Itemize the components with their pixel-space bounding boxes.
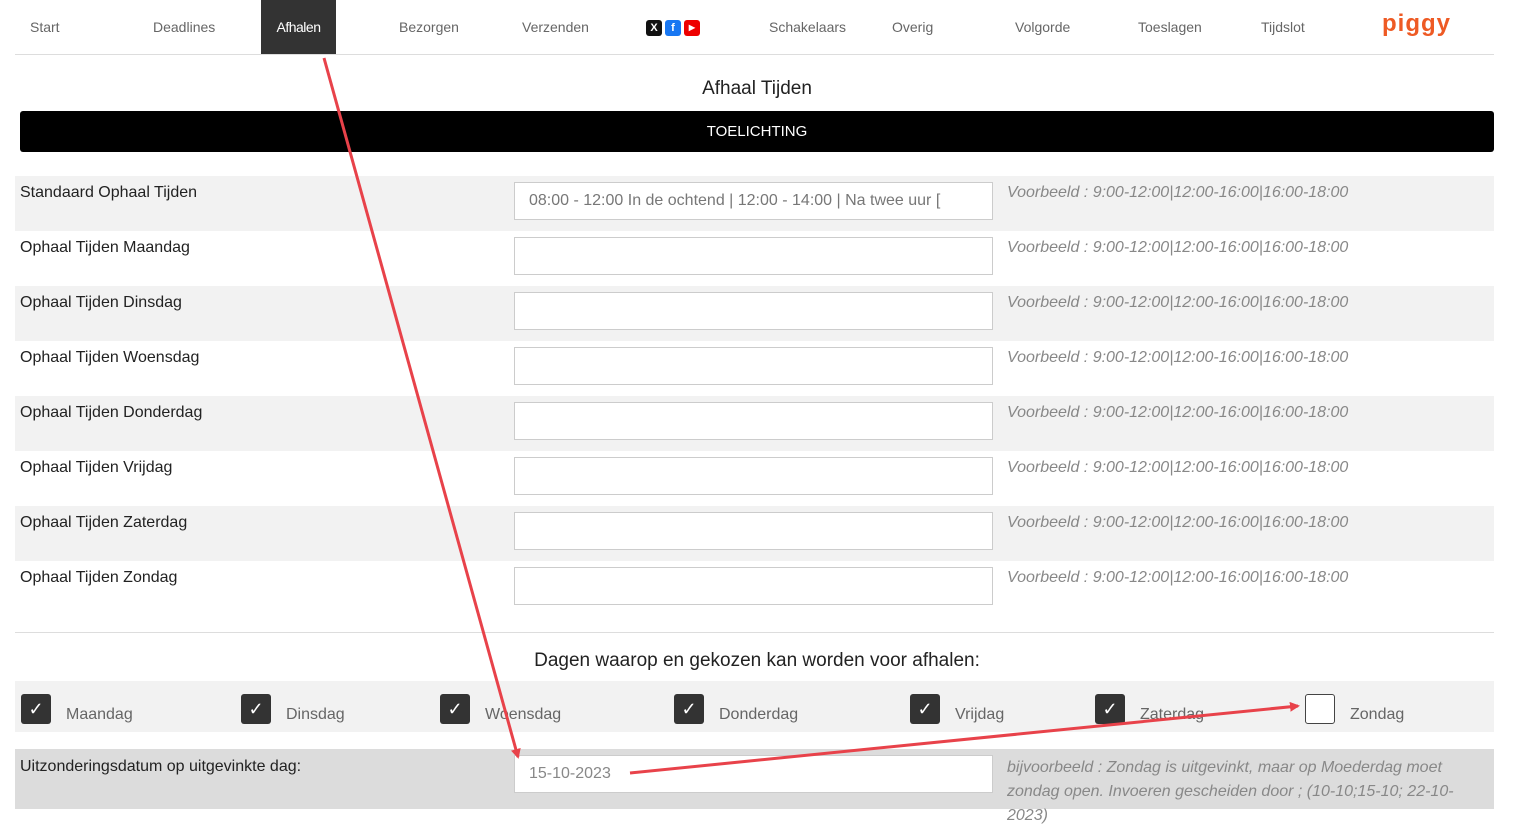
exception-label: Uitzonderingsdatum op uitgevinkte dag:	[20, 758, 302, 775]
nav-bezorgen[interactable]: Bezorgen	[399, 0, 459, 54]
nav-tijdslot[interactable]: Tijdslot	[1261, 0, 1305, 54]
row-hint: Voorbeeld : 9:00-12:00|12:00-16:00|16:00…	[1007, 239, 1349, 256]
maandag-tijden-input[interactable]	[514, 237, 993, 275]
zondag-tijden-input[interactable]	[514, 567, 993, 605]
exception-row: Uitzonderingsdatum op uitgevinkte dag: 1…	[15, 749, 1494, 824]
social-icons: X f ▶	[646, 20, 700, 36]
row-woensdag: Ophaal Tijden Woensdag Voorbeeld : 9:00-…	[15, 341, 1494, 396]
row-label: Ophaal Tijden Donderdag	[20, 404, 203, 421]
row-dinsdag: Ophaal Tijden Dinsdag Voorbeeld : 9:00-1…	[15, 286, 1494, 341]
row-hint: Voorbeeld : 9:00-12:00|12:00-16:00|16:00…	[1007, 569, 1349, 586]
row-label: Standaard Ophaal Tijden	[20, 184, 198, 201]
nav-verzenden[interactable]: Verzenden	[522, 0, 589, 54]
page-title: Afhaal Tijden	[702, 78, 812, 99]
donderdag-tijden-input[interactable]	[514, 402, 993, 440]
checkbox-dinsdag[interactable]: ✓	[241, 694, 271, 724]
day-label: Woensdag	[485, 706, 562, 723]
checkbox-donderdag[interactable]: ✓	[674, 694, 704, 724]
row-donderdag: Ophaal Tijden Donderdag Voorbeeld : 9:00…	[15, 396, 1494, 451]
row-label: Ophaal Tijden Woensdag	[20, 349, 200, 366]
nav-schakelaars[interactable]: Schakelaars	[769, 0, 846, 54]
vrijdag-tijden-input[interactable]	[514, 457, 993, 495]
toelichting-button[interactable]: TOELICHTING	[20, 111, 1494, 152]
row-hint: Voorbeeld : 9:00-12:00|12:00-16:00|16:00…	[1007, 294, 1349, 311]
row-maandag: Ophaal Tijden Maandag Voorbeeld : 9:00-1…	[15, 231, 1494, 286]
row-hint: Voorbeeld : 9:00-12:00|12:00-16:00|16:00…	[1007, 459, 1349, 476]
row-label: Ophaal Tijden Vrijdag	[20, 459, 173, 476]
top-nav: Start Deadlines Afhalen Bezorgen Verzend…	[15, 0, 1494, 55]
row-hint: Voorbeeld : 9:00-12:00|12:00-16:00|16:00…	[1007, 404, 1349, 421]
row-zaterdag: Ophaal Tijden Zaterdag Voorbeeld : 9:00-…	[15, 506, 1494, 561]
row-zondag: Ophaal Tijden Zondag Voorbeeld : 9:00-12…	[15, 561, 1494, 616]
facebook-icon[interactable]: f	[665, 20, 681, 36]
checkbox-zondag[interactable]	[1305, 694, 1335, 724]
standaard-tijden-input[interactable]: 08:00 - 12:00 In de ochtend | 12:00 - 14…	[514, 182, 993, 220]
piggy-logo[interactable]: piggy	[1382, 10, 1451, 38]
nav-start[interactable]: Start	[30, 0, 60, 54]
exception-hint: bijvoorbeeld : Zondag is uitgevinkt, maa…	[1007, 759, 1454, 824]
row-hint: Voorbeeld : 9:00-12:00|12:00-16:00|16:00…	[1007, 514, 1349, 531]
day-label: Zondag	[1350, 706, 1405, 723]
days-checkbox-row: ✓ Maandag ✓ Dinsdag ✓ Woensdag ✓ Donderd…	[15, 681, 1494, 732]
checkbox-maandag[interactable]: ✓	[21, 694, 51, 724]
row-hint: Voorbeeld : 9:00-12:00|12:00-16:00|16:00…	[1007, 349, 1349, 366]
checkbox-zaterdag[interactable]: ✓	[1095, 694, 1125, 724]
dinsdag-tijden-input[interactable]	[514, 292, 993, 330]
day-label: Zaterdag	[1140, 706, 1205, 723]
row-standaard: Standaard Ophaal Tijden 08:00 - 12:00 In…	[15, 176, 1494, 231]
zaterdag-tijden-input[interactable]	[514, 512, 993, 550]
day-label: Maandag	[66, 706, 133, 723]
days-title: Dagen waarop en gekozen kan worden voor …	[534, 650, 980, 671]
exception-date-input[interactable]: 15-10-2023	[514, 755, 993, 793]
checkbox-woensdag[interactable]: ✓	[440, 694, 470, 724]
youtube-icon[interactable]: ▶	[684, 20, 700, 36]
row-hint: Voorbeeld : 9:00-12:00|12:00-16:00|16:00…	[1007, 184, 1349, 201]
row-label: Ophaal Tijden Dinsdag	[20, 294, 182, 311]
nav-toeslagen[interactable]: Toeslagen	[1138, 0, 1202, 54]
day-label: Vrijdag	[955, 706, 1005, 723]
row-label: Ophaal Tijden Maandag	[20, 239, 190, 256]
nav-volgorde[interactable]: Volgorde	[1015, 0, 1070, 54]
day-label: Donderdag	[719, 706, 799, 723]
nav-overig[interactable]: Overig	[892, 0, 933, 54]
row-label: Ophaal Tijden Zaterdag	[20, 514, 188, 531]
day-label: Dinsdag	[286, 706, 345, 723]
nav-deadlines[interactable]: Deadlines	[153, 0, 215, 54]
row-label: Ophaal Tijden Zondag	[20, 569, 178, 586]
woensdag-tijden-input[interactable]	[514, 347, 993, 385]
checkbox-vrijdag[interactable]: ✓	[910, 694, 940, 724]
x-icon[interactable]: X	[646, 20, 662, 36]
nav-afhalen[interactable]: Afhalen	[261, 0, 336, 54]
row-vrijdag: Ophaal Tijden Vrijdag Voorbeeld : 9:00-1…	[15, 451, 1494, 506]
section-divider	[15, 632, 1494, 633]
